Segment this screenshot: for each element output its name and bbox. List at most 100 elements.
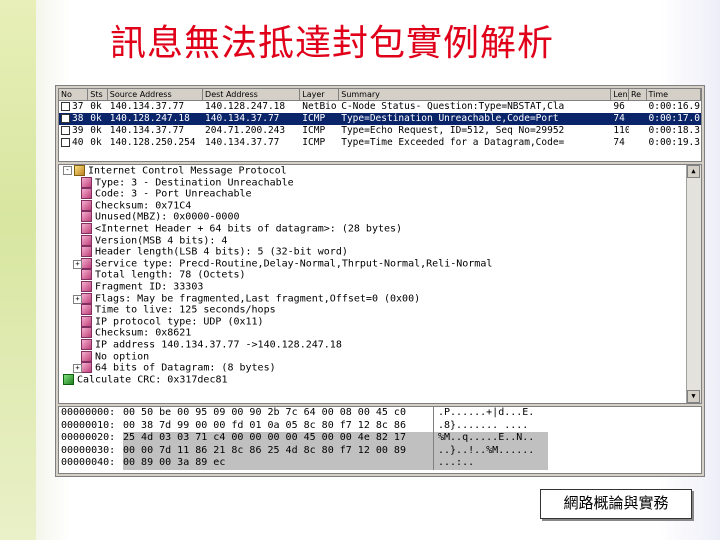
- packet-layer: NetBio: [302, 101, 337, 112]
- packet-rel: [629, 137, 647, 149]
- packet-len: 96: [613, 101, 625, 112]
- tree-item[interactable]: + Flags: May be fragmented,Last fragment,…: [59, 292, 687, 305]
- col-dest[interactable]: Dest Address: [203, 89, 301, 101]
- tree-item-label: Fragment ID: 33303: [95, 281, 204, 293]
- tree-item[interactable]: Header length(LSB 4 bits): 5 (32-bit wor…: [59, 246, 687, 258]
- tree-item[interactable]: No option: [59, 350, 687, 363]
- tree-content: - Internet Control Message Protocol Type: …: [59, 165, 687, 403]
- packet-time: 0:00:18.3: [648, 125, 700, 136]
- packet-row[interactable]: 37 0k 140.134.37.77 140.128.247.18 NetBi…: [59, 101, 701, 113]
- tree-item[interactable]: +64 bits of Datagram: (8 bytes): [59, 362, 687, 374]
- packet-rel: [629, 125, 647, 137]
- packet-row[interactable]: 39 0k 140.134.37.77 204.71.200.243 ICMP …: [59, 125, 701, 137]
- tree-item[interactable]: IP address 140.134.37.77 ->140.128.247.1…: [59, 338, 687, 351]
- protocol-root-icon: [74, 165, 85, 176]
- crc-ok-icon: [63, 373, 74, 385]
- packet-dest: 140.134.37.77: [205, 113, 280, 124]
- hex-bytes: 00 50 be 00 95 09 00 90 2b 7c 64 00 08 0…: [123, 407, 406, 418]
- col-source[interactable]: Source Address: [107, 89, 204, 101]
- scroll-up-icon[interactable]: ▲: [687, 165, 700, 178]
- col-status[interactable]: Sts: [88, 89, 108, 101]
- tree-item-label: Calculate CRC: 0x317dec81: [77, 374, 228, 386]
- hex-row[interactable]: 00000010: 00 38 7d 99 00 00 fd 01 0a 05 8…: [59, 419, 701, 432]
- packet-status: 0k: [90, 125, 102, 136]
- packet-status: 0k: [90, 113, 102, 124]
- field-icon: [81, 304, 92, 316]
- collapse-icon[interactable]: -: [63, 166, 72, 175]
- tree-item[interactable]: Unused(MBZ): 0x0000-0000: [59, 211, 687, 223]
- hex-bytes: 00 00 7d 11 86 21 8c 86 25 4d 8c 80 f7 1…: [123, 444, 433, 457]
- scroll-down-icon[interactable]: ▼: [687, 390, 700, 403]
- packet-rel: [629, 113, 647, 125]
- tree-item-label: Header length(LSB 4 bits): 5 (32-bit wor…: [95, 246, 348, 258]
- field-icon: [81, 199, 92, 211]
- tree-item[interactable]: Total length: 78 (Octets): [59, 269, 687, 281]
- tree-item[interactable]: - Internet Control Message Protocol: [59, 165, 687, 177]
- field-icon: [81, 315, 92, 327]
- tree-item-label: Type: 3 - Destination Unreachable: [95, 177, 294, 189]
- hex-bytes: 25 4d 03 03 71 c4 00 00 00 00 45 00 00 4…: [123, 432, 433, 445]
- tree-item[interactable]: Calculate CRC: 0x317dec81: [59, 373, 687, 386]
- hex-row[interactable]: 00000000: 00 50 be 00 95 09 00 90 2b 7c 6…: [59, 407, 701, 420]
- field-icon: [81, 176, 92, 188]
- packet-list-header: No Sts Source Address Dest Address Layer…: [59, 89, 701, 101]
- tree-item[interactable]: IP protocol type: UDP (0x11): [59, 315, 687, 328]
- hex-row[interactable]: 00000040: 00 89 00 3a 89 ec...:..: [59, 457, 701, 470]
- tree-item-label: <Internet Header + 64 bits of datagram>:…: [95, 223, 403, 235]
- tree-item[interactable]: <Internet Header + 64 bits of datagram>:…: [59, 222, 687, 235]
- col-len[interactable]: Len: [611, 89, 629, 101]
- field-icon: [81, 327, 92, 339]
- hex-ascii: .8}....... ....: [433, 419, 548, 432]
- col-rel[interactable]: Re: [628, 89, 647, 101]
- packet-row[interactable]: 40 0k 140.128.250.254 140.134.37.77 ICMP…: [59, 137, 701, 149]
- field-icon: [81, 234, 92, 246]
- expand-icon[interactable]: +: [73, 294, 82, 304]
- tree-item[interactable]: Type: 3 - Destination Unreachable: [59, 176, 687, 189]
- field-icon: [81, 211, 92, 223]
- col-no[interactable]: No: [59, 89, 89, 101]
- tree-item-label: Checksum: 0x71C4: [95, 200, 192, 212]
- col-time[interactable]: Time: [646, 89, 701, 101]
- field-icon: [81, 362, 92, 374]
- tree-item[interactable]: Fragment ID: 33303: [59, 280, 687, 293]
- packet-list[interactable]: No Sts Source Address Dest Address Layer…: [58, 88, 702, 162]
- hex-offset: 00000040:: [61, 457, 116, 468]
- field-icon: [81, 350, 92, 362]
- packet-row-selected[interactable]: 38 0k 140.128.247.18 140.134.37.77 ICMP …: [59, 113, 701, 125]
- hex-dump-pane[interactable]: 00000000: 00 50 be 00 95 09 00 90 2b 7c 6…: [58, 406, 702, 474]
- hex-row[interactable]: 00000030: 00 00 7d 11 86 21 8c 86 25 4d 8…: [59, 444, 701, 457]
- tree-item[interactable]: + Service type: Precd-Routine,Delay-Norma…: [59, 257, 687, 270]
- col-summary[interactable]: Summary: [339, 89, 612, 101]
- packet-detail-tree[interactable]: - Internet Control Message Protocol Type: …: [58, 164, 702, 404]
- tree-item[interactable]: Version(MSB 4 bits): 4: [59, 234, 687, 247]
- course-footer: 網路概論與實務: [540, 489, 692, 519]
- hex-offset: 00000010:: [61, 419, 116, 431]
- packet-layer: ICMP: [302, 113, 326, 124]
- tree-item[interactable]: Checksum: 0x71C4: [59, 199, 687, 212]
- tree-scrollbar[interactable]: ▲ ▼: [686, 165, 701, 403]
- hex-ascii: %M..q.....E..N..: [433, 432, 548, 445]
- packet-summary: C-Node Status- Question:Type=NBSTAT,Cla: [341, 101, 565, 112]
- checkbox-icon[interactable]: [61, 102, 70, 111]
- packet-dest: 204.71.200.243: [205, 125, 286, 136]
- tree-item[interactable]: Checksum: 0x8621: [59, 327, 687, 339]
- packet-layer: ICMP: [302, 137, 326, 148]
- checkbox-icon[interactable]: [61, 114, 70, 123]
- checkbox-icon[interactable]: [61, 126, 70, 135]
- tree-item[interactable]: Code: 3 - Port Unreachable: [59, 188, 687, 200]
- tree-item[interactable]: Time to live: 125 seconds/hops: [59, 304, 687, 316]
- hex-offset: 00000030:: [61, 444, 116, 456]
- expand-icon[interactable]: +: [73, 259, 82, 269]
- checkbox-icon[interactable]: [61, 138, 70, 147]
- hex-bytes: 00 38 7d 99 00 00 fd 01 0a 05 8c 80 f7 1…: [123, 419, 406, 431]
- tree-item-label: Total length: 78 (Octets): [95, 269, 246, 281]
- packet-len: 74: [613, 113, 625, 124]
- hex-ascii: ...:..: [433, 457, 548, 470]
- packet-time: 0:00:17.0: [648, 113, 700, 124]
- field-icon: [81, 246, 92, 258]
- col-layer[interactable]: Layer: [300, 89, 340, 101]
- expand-icon[interactable]: +: [73, 364, 82, 374]
- field-icon: [81, 292, 92, 304]
- packet-rel: [629, 101, 647, 113]
- hex-row[interactable]: 00000020: 25 4d 03 03 71 c4 00 00 00 00 4…: [59, 432, 701, 445]
